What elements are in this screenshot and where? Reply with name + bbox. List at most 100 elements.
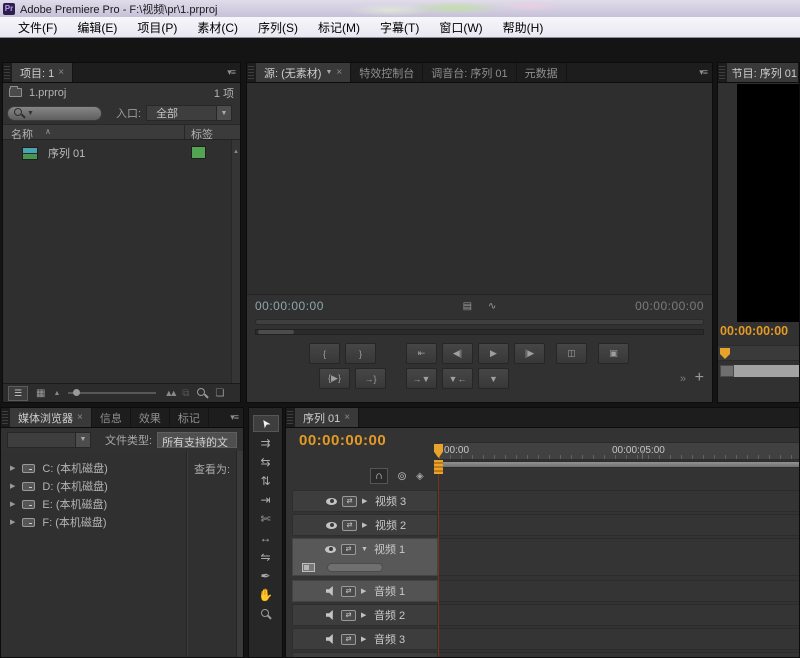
encore-chapter-marker-button[interactable]: ⊚	[397, 469, 407, 483]
track-header-video-1[interactable]: ⇄ ▼ 视频 1	[292, 538, 438, 576]
track-header-audio-1[interactable]: ⇄ ▶ 音频 1	[292, 580, 438, 602]
track-header-audio-2[interactable]: ⇄ ▶ 音频 2	[292, 604, 438, 626]
zoom-out-icon[interactable]: ▲	[53, 390, 60, 397]
program-current-timecode[interactable]: 00:00:00:00	[720, 324, 788, 338]
tab-project[interactable]: 项目: 1 ×	[12, 63, 73, 82]
mark-in-button[interactable]: {	[309, 343, 340, 364]
zoom-slider-knob[interactable]	[73, 389, 80, 396]
tool-pen[interactable]: ✒	[253, 567, 279, 584]
close-icon[interactable]: ×	[77, 413, 83, 423]
project-scrollbar[interactable]: ▲	[231, 140, 240, 383]
set-marker-button[interactable]: ◈	[416, 471, 424, 482]
tab-media-browser[interactable]: 媒体浏览器 ×	[10, 408, 92, 427]
icon-view-button[interactable]: ▦	[36, 388, 45, 399]
track-content-video-1[interactable]	[438, 538, 799, 576]
scrollbar-handle[interactable]	[720, 365, 734, 377]
new-item-button[interactable]: ❏	[215, 388, 224, 399]
sync-lock-icon[interactable]: ⇄	[341, 610, 356, 621]
track-header-video-3[interactable]: ⇄ ▶ 视频 3	[292, 490, 438, 512]
media-scrollbar[interactable]	[236, 451, 243, 657]
tab-effects[interactable]: 效果	[131, 408, 170, 427]
drive-row-d[interactable]: ▶ D: (本机磁盘)	[1, 477, 181, 495]
expand-icon[interactable]: ▶	[10, 518, 15, 526]
menu-file[interactable]: 文件(F)	[8, 17, 67, 38]
tab-markers[interactable]: 标记	[170, 408, 209, 427]
track-content-video-2[interactable]	[438, 514, 799, 536]
timeline-ruler[interactable]: 00:00 00:00:05:00	[438, 442, 799, 460]
find-button[interactable]	[197, 388, 207, 398]
menu-project[interactable]: 项目(P)	[127, 17, 187, 38]
menu-sequence[interactable]: 序列(S)	[248, 17, 308, 38]
chevron-down-icon[interactable]: ▼	[325, 69, 332, 76]
track-header-video-2[interactable]: ⇄ ▶ 视频 2	[292, 514, 438, 536]
step-forward-button[interactable]: |▶	[514, 343, 545, 364]
program-scrollbar[interactable]	[720, 365, 799, 377]
insert-button[interactable]: ◫	[556, 343, 587, 364]
zoom-slider[interactable]	[68, 392, 156, 394]
overwrite-button[interactable]: ▣	[598, 343, 629, 364]
media-location-dropdown[interactable]: ▼	[7, 432, 91, 448]
close-icon[interactable]: ×	[344, 413, 350, 423]
audio-waveform-icon[interactable]: ∿	[488, 301, 496, 312]
track-content-audio-1[interactable]	[438, 580, 799, 602]
menu-clip[interactable]: 素材(C)	[187, 17, 248, 38]
menu-marker[interactable]: 标记(M)	[308, 17, 370, 38]
tab-info[interactable]: 信息	[92, 408, 131, 427]
program-playhead-icon[interactable]	[720, 348, 730, 359]
track-content-audio-3[interactable]	[438, 628, 799, 650]
toggle-track-output-icon[interactable]	[326, 498, 337, 505]
tool-rolling-edit[interactable]: ⇅	[253, 472, 279, 489]
panel-grip[interactable]	[287, 411, 293, 424]
collapse-track-icon[interactable]: ▶	[362, 497, 370, 505]
sync-lock-icon[interactable]: ⇄	[342, 496, 357, 507]
close-icon[interactable]: ×	[336, 68, 342, 78]
sync-lock-icon[interactable]: ⇄	[341, 544, 356, 555]
panel-grip[interactable]	[4, 66, 10, 79]
toggle-track-output-icon[interactable]	[325, 546, 336, 553]
tool-zoom[interactable]	[253, 605, 279, 622]
step-back-button[interactable]: ◀|	[442, 343, 473, 364]
media-pane-divider[interactable]	[186, 451, 188, 657]
track-header-master[interactable]: ▶ 主音轨	[292, 652, 438, 658]
work-area-bar[interactable]	[438, 461, 799, 468]
go-to-out-button[interactable]: →}	[355, 368, 386, 389]
snap-toggle-button[interactable]: ∩	[370, 468, 388, 484]
tab-metadata[interactable]: 元数据	[517, 63, 567, 82]
sync-lock-icon[interactable]: ⇄	[342, 520, 357, 531]
panel-menu-icon[interactable]: ▾≡	[227, 67, 240, 78]
zoom-bar-handle[interactable]	[258, 330, 294, 334]
column-divider[interactable]	[184, 125, 185, 139]
sort-ascending-icon[interactable]: ∧	[45, 127, 51, 136]
tab-source[interactable]: 源: (无素材) ▼ ×	[256, 63, 351, 82]
video-display-icon[interactable]: ▤	[463, 301, 472, 312]
display-style-icon[interactable]	[302, 563, 315, 572]
scroll-up-icon[interactable]: ▲	[233, 149, 239, 155]
menu-window[interactable]: 窗口(W)	[429, 17, 492, 38]
entry-filter-dropdown[interactable]: 全部 ▼	[146, 105, 232, 121]
tool-track-select[interactable]: ⇉	[253, 434, 279, 451]
sync-lock-icon[interactable]: ⇄	[341, 586, 356, 597]
speaker-icon[interactable]	[326, 610, 336, 620]
go-to-in-button[interactable]: ⇤	[406, 343, 437, 364]
zoom-in-icon[interactable]: ▲▲	[164, 388, 174, 398]
tab-effect-controls[interactable]: 特效控制台	[351, 63, 423, 82]
track-content-audio-2[interactable]	[438, 604, 799, 626]
project-item-sequence[interactable]: 序列 01	[3, 144, 85, 162]
dropdown-button[interactable]: ▼	[216, 106, 231, 120]
sync-lock-icon[interactable]: ⇄	[341, 634, 356, 645]
expand-icon[interactable]: ▶	[10, 500, 15, 508]
toggle-track-output-icon[interactable]	[326, 522, 337, 529]
label-color-chip[interactable]	[192, 147, 205, 158]
tool-slip[interactable]: ↔	[253, 529, 279, 546]
expand-icon[interactable]: ▶	[10, 482, 15, 490]
export-frame-button[interactable]: ▼	[478, 368, 509, 389]
tab-sequence-01[interactable]: 序列 01 ×	[295, 408, 359, 427]
expand-track-icon[interactable]: ▼	[361, 546, 369, 553]
drive-row-f[interactable]: ▶ F: (本机磁盘)	[1, 513, 181, 531]
program-mini-ruler[interactable]	[718, 345, 799, 361]
timeline-current-timecode[interactable]: 00:00:00:00	[299, 432, 386, 449]
playhead-handle[interactable]	[434, 460, 443, 474]
expand-icon[interactable]: ▶	[10, 464, 15, 472]
tab-audio-mixer[interactable]: 调音台: 序列 01	[423, 63, 516, 82]
tool-selection[interactable]: ➤	[253, 415, 279, 432]
